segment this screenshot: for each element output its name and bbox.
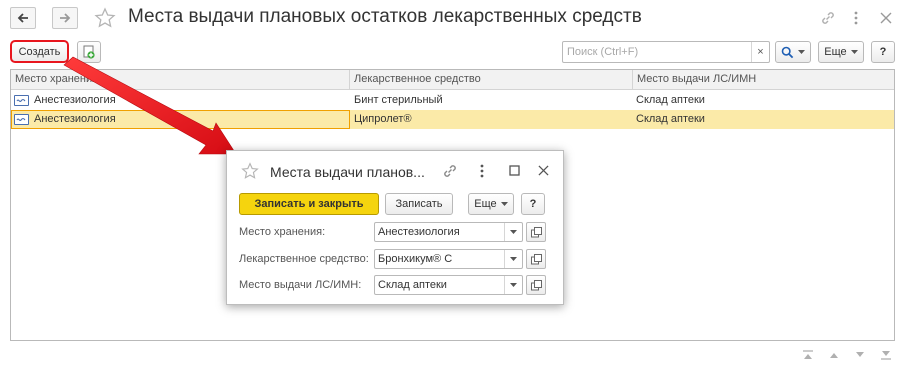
help-button-label: ? bbox=[879, 46, 887, 58]
issue-place-label: Место выдачи ЛС/ИМН: bbox=[239, 279, 362, 291]
cell-drug: Бинт стерильный bbox=[354, 94, 443, 106]
record-dialog[interactable]: Места выдачи планов... Записать и закрыт… bbox=[226, 150, 564, 305]
drug-open-button[interactable] bbox=[526, 249, 546, 269]
star-icon bbox=[241, 162, 259, 179]
scroll-up-button[interactable] bbox=[824, 348, 844, 362]
scroll-up-icon bbox=[830, 353, 838, 358]
scroll-top-icon bbox=[803, 350, 813, 359]
help-button[interactable]: ? bbox=[871, 41, 895, 63]
save-and-close-button[interactable]: Записать и закрыть bbox=[239, 193, 379, 215]
scroll-bottom-icon bbox=[881, 351, 891, 360]
drug-value: Бронхикум® С bbox=[378, 253, 453, 265]
cell-issue-place: Склад аптеки bbox=[636, 113, 705, 125]
create-button[interactable]: Создать bbox=[10, 40, 69, 63]
link-icon bbox=[822, 12, 834, 24]
issue-place-open-button[interactable] bbox=[526, 275, 546, 295]
storage-value: Анестезиология bbox=[378, 226, 460, 238]
issue-place-dropdown-button[interactable] bbox=[504, 276, 522, 294]
more-vertical-icon bbox=[480, 164, 484, 178]
scroll-to-bottom-button[interactable] bbox=[876, 348, 896, 362]
chevron-down-icon bbox=[510, 257, 517, 261]
drug-label: Лекарственное средство: bbox=[239, 253, 369, 265]
dialog-more-label: Еще bbox=[474, 198, 497, 210]
favorite-button[interactable] bbox=[94, 7, 116, 32]
drug-dropdown-button[interactable] bbox=[504, 250, 522, 268]
close-window-button[interactable] bbox=[876, 8, 896, 28]
save-button-label: Записать bbox=[395, 198, 443, 210]
arrow-left-icon bbox=[17, 13, 28, 23]
storage-dropdown-button[interactable] bbox=[504, 223, 522, 241]
storage-open-button[interactable] bbox=[526, 222, 546, 242]
storage-field[interactable]: Анестезиология bbox=[374, 222, 523, 242]
column-header-issue-place[interactable]: Место выдачи ЛС/ИМН bbox=[633, 70, 894, 90]
link-icon bbox=[444, 165, 456, 177]
add-copy-icon bbox=[83, 45, 95, 59]
cell-storage: Анестезиология bbox=[34, 113, 116, 125]
more-button-label: Еще bbox=[824, 46, 847, 58]
storage-label: Место хранения: bbox=[239, 226, 326, 238]
search-icon bbox=[781, 46, 794, 58]
close-icon bbox=[880, 12, 892, 24]
chevron-down-icon bbox=[850, 50, 858, 54]
dialog-maximize-button[interactable] bbox=[509, 165, 520, 179]
star-icon bbox=[94, 7, 116, 28]
dialog-more-actions-button[interactable] bbox=[479, 163, 485, 182]
create-button-label: Создать bbox=[18, 45, 61, 58]
open-form-icon bbox=[530, 253, 542, 264]
issue-place-field[interactable]: Склад аптеки bbox=[374, 275, 523, 295]
save-and-close-label: Записать и закрыть bbox=[254, 198, 364, 210]
more-actions-button[interactable] bbox=[846, 8, 866, 28]
chevron-down-icon bbox=[510, 230, 517, 234]
cell-drug: Ципролет® bbox=[354, 113, 412, 125]
maximize-icon bbox=[509, 165, 520, 176]
dialog-link-button[interactable] bbox=[442, 163, 458, 182]
table-row[interactable]: Анестезиология Бинт стерильный Склад апт… bbox=[11, 91, 894, 110]
save-button[interactable]: Записать bbox=[385, 193, 453, 215]
dialog-help-button[interactable]: ? bbox=[521, 193, 545, 215]
dialog-help-label: ? bbox=[529, 198, 537, 210]
drug-field[interactable]: Бронхикум® С bbox=[374, 249, 523, 269]
dialog-title: Места выдачи планов... bbox=[270, 164, 425, 180]
link-button[interactable] bbox=[818, 8, 838, 28]
page-title: Места выдачи плановых остатков лекарстве… bbox=[128, 6, 642, 27]
dialog-close-button[interactable] bbox=[538, 165, 549, 179]
chevron-down-icon bbox=[510, 283, 517, 287]
cell-issue-place: Склад аптеки bbox=[636, 94, 705, 106]
more-button[interactable]: Еще bbox=[818, 41, 864, 63]
table-header: Место хранения Лекарственное средство Ме… bbox=[11, 70, 894, 90]
open-form-icon bbox=[530, 226, 542, 237]
scroll-down-button[interactable] bbox=[850, 348, 870, 362]
search-input[interactable] bbox=[563, 42, 749, 62]
table-row-selected[interactable]: Анестезиология Ципролет® Склад аптеки bbox=[11, 110, 894, 129]
dialog-favorite-button[interactable] bbox=[241, 162, 259, 183]
copy-button[interactable] bbox=[77, 41, 101, 63]
search-field[interactable]: × bbox=[562, 41, 770, 63]
back-button[interactable] bbox=[10, 7, 36, 29]
arrow-right-icon bbox=[60, 13, 71, 23]
close-icon bbox=[538, 165, 549, 176]
chevron-down-icon bbox=[798, 50, 805, 54]
scroll-down-icon bbox=[856, 352, 864, 357]
column-header-drug[interactable]: Лекарственное средство bbox=[350, 70, 633, 90]
issue-place-value: Склад аптеки bbox=[378, 279, 447, 291]
column-header-storage[interactable]: Место хранения bbox=[11, 70, 350, 90]
more-vertical-icon bbox=[854, 11, 858, 25]
cell-storage: Анестезиология bbox=[34, 94, 116, 106]
search-button[interactable] bbox=[775, 41, 811, 63]
catalog-item-icon bbox=[14, 95, 29, 106]
forward-button[interactable] bbox=[52, 7, 78, 29]
catalog-item-icon bbox=[14, 114, 29, 125]
dialog-more-button[interactable]: Еще bbox=[468, 193, 514, 215]
search-clear-button[interactable]: × bbox=[751, 42, 769, 62]
open-form-icon bbox=[530, 279, 542, 290]
chevron-down-icon bbox=[500, 202, 508, 206]
scroll-to-top-button[interactable] bbox=[798, 348, 818, 362]
